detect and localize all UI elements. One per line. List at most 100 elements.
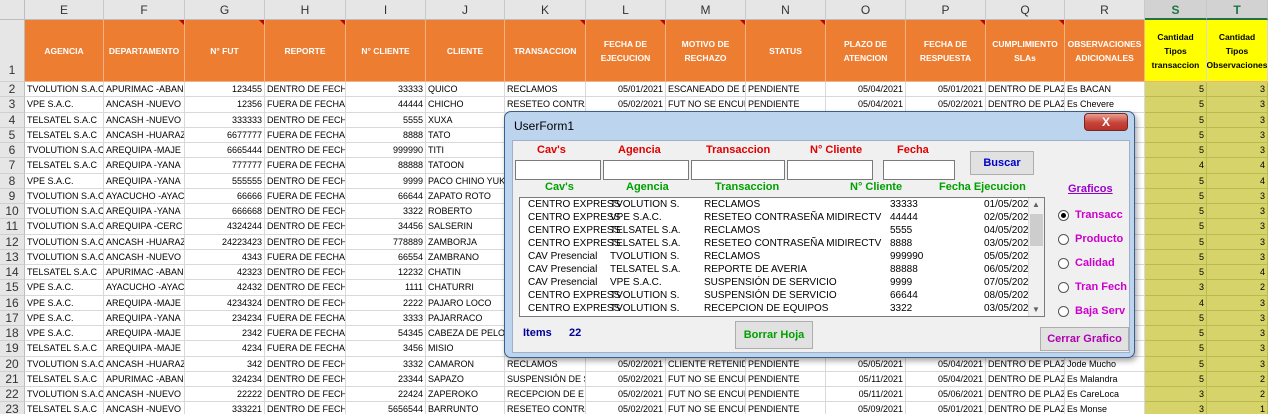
table-cell[interactable]: 8888 (346, 127, 426, 143)
table-cell[interactable]: 234234 (185, 310, 265, 326)
table-cell[interactable]: DENTRO DE FECHA (265, 371, 346, 387)
header-cell[interactable]: STATUS (746, 20, 826, 82)
column-header-j[interactable]: J (426, 0, 505, 20)
table-cell[interactable]: DENTRO DE FECHA (265, 234, 346, 250)
table-cell[interactable]: 3332 (346, 356, 426, 372)
list-item[interactable]: CENTRO EXPRESS TELSATEL S.A. RECLAMOS 5555 0… (520, 225, 1034, 238)
table-cell[interactable]: 5 (1145, 188, 1207, 204)
table-cell[interactable]: CHATIN (426, 265, 505, 281)
row-header[interactable]: 4 (0, 112, 25, 128)
table-cell[interactable]: 3 (1207, 188, 1268, 204)
table-cell[interactable]: DENTRO DE FECHA (265, 295, 346, 311)
list-item[interactable]: CENTRO EXPRESS TELSATEL S.A. RESETEO CONTR… (520, 238, 1034, 251)
table-cell[interactable]: 05/01/2021 (906, 402, 986, 414)
column-header-r[interactable]: R (1065, 0, 1145, 20)
scroll-thumb[interactable] (1030, 214, 1043, 246)
table-cell[interactable]: 5 (1145, 310, 1207, 326)
table-cell[interactable]: DENTRO DE FECHA (265, 219, 346, 235)
table-cell[interactable]: 5 (1145, 219, 1207, 235)
list-item[interactable]: CENTRO EXPRESS TVOLUTION S. RECEPCION DE E… (520, 303, 1034, 316)
table-cell[interactable]: MISIO (426, 341, 505, 357)
table-cell[interactable]: APURIMAC -ABAN (104, 371, 185, 387)
table-cell[interactable]: BARRUNTO (426, 402, 505, 414)
table-cell[interactable]: 3 (1207, 143, 1268, 159)
table-cell[interactable]: TVOLUTION S.A.C (25, 356, 104, 372)
table-cell[interactable]: DENTRO DE FECHA (265, 387, 346, 403)
list-item[interactable]: CAV Presencial TVOLUTION S. RECLAMOS 999990… (520, 251, 1034, 264)
row-header[interactable]: 16 (0, 295, 25, 311)
table-cell[interactable]: ANCASH -NUEVO (104, 249, 185, 265)
table-cell[interactable]: ZAMBORJA (426, 234, 505, 250)
listbox-scrollbar[interactable]: ▲ ▼ (1028, 198, 1044, 316)
table-cell[interactable]: 4 (1207, 265, 1268, 281)
row-header[interactable]: 1 (0, 20, 25, 82)
table-cell[interactable]: 05/04/2021 (906, 371, 986, 387)
table-cell[interactable]: 88888 (346, 158, 426, 174)
table-cell[interactable]: 3 (1207, 112, 1268, 128)
table-cell[interactable]: 05/02/2021 (586, 402, 666, 414)
table-cell[interactable]: 42432 (185, 280, 265, 296)
cliente-input[interactable] (787, 160, 873, 180)
radio-tran-fech[interactable]: Tran Fech (1058, 281, 1130, 295)
table-cell[interactable]: 3 (1207, 249, 1268, 265)
buscar-button[interactable]: Buscar (970, 151, 1034, 175)
table-cell[interactable]: 5 (1145, 127, 1207, 143)
table-cell[interactable]: AYACUCHO -AYAC (104, 280, 185, 296)
table-cell[interactable]: ANCASH -HUARAZ (104, 356, 185, 372)
table-cell[interactable]: VPE S.A.C. (25, 173, 104, 189)
column-header-f[interactable]: F (104, 0, 185, 20)
fecha-input[interactable] (883, 160, 955, 180)
table-cell[interactable]: 05/02/2021 (586, 356, 666, 372)
table-cell[interactable]: SALSERIN (426, 219, 505, 235)
radio-circle-icon[interactable] (1058, 306, 1069, 317)
row-header[interactable]: 12 (0, 234, 25, 250)
table-cell[interactable]: ROBERTO (426, 204, 505, 220)
row-header[interactable]: 17 (0, 310, 25, 326)
table-cell[interactable]: 3 (1145, 280, 1207, 296)
table-cell[interactable]: AYACUCHO -AYAC (104, 188, 185, 204)
header-cell[interactable]: Cantidad Tipos transaccion (1145, 20, 1207, 82)
column-header-i[interactable]: I (346, 0, 426, 20)
table-cell[interactable]: FUERA DE FECHA (265, 97, 346, 113)
table-cell[interactable]: DENTRO DE FECHA (265, 143, 346, 159)
table-cell[interactable]: DENTRO DE FECHA (265, 402, 346, 414)
table-cell[interactable]: DENTRO DE PLAZO (986, 356, 1065, 372)
table-cell[interactable]: 4324244 (185, 219, 265, 235)
table-cell[interactable]: DENTRO DE FECHA (265, 112, 346, 128)
table-cell[interactable]: Es Malandra (1065, 371, 1145, 387)
table-cell[interactable]: VPE S.A.C. (25, 326, 104, 342)
header-cell[interactable]: Cantidad Tipos Observaciones (1207, 20, 1268, 82)
row-header[interactable]: 5 (0, 127, 25, 143)
table-cell[interactable]: TELSATEL S.A.C (25, 158, 104, 174)
table-cell[interactable]: ANCASH -NUEVO (104, 112, 185, 128)
row-header[interactable]: 11 (0, 219, 25, 235)
table-cell[interactable]: VPE S.A.C. (25, 97, 104, 113)
table-cell[interactable]: ANCASH -NUEVO (104, 402, 185, 414)
table-cell[interactable]: 342 (185, 356, 265, 372)
radio-calidad[interactable]: Calidad (1058, 257, 1130, 271)
column-header-e[interactable]: E (25, 0, 104, 20)
table-cell[interactable]: 4 (1207, 173, 1268, 189)
table-cell[interactable]: DENTRO DE FECHA (265, 173, 346, 189)
table-cell[interactable]: 4 (1145, 295, 1207, 311)
table-cell[interactable]: 05/05/2021 (826, 356, 906, 372)
table-cell[interactable]: Es BACAN (1065, 82, 1145, 98)
table-cell[interactable]: PENDIENTE (746, 402, 826, 414)
table-cell[interactable]: 12356 (185, 97, 265, 113)
table-cell[interactable]: AREQUIPA -YANA (104, 204, 185, 220)
row-header[interactable]: 8 (0, 173, 25, 189)
radio-baja-serv[interactable]: Baja Serv (1058, 305, 1130, 319)
row-header[interactable]: 23 (0, 402, 25, 414)
table-cell[interactable]: DENTRO DE FECHA (265, 356, 346, 372)
header-cell[interactable]: MOTIVO DE RECHAZO (666, 20, 746, 82)
table-cell[interactable]: 123455 (185, 82, 265, 98)
table-cell[interactable]: 4234324 (185, 295, 265, 311)
scroll-up-icon[interactable]: ▲ (1032, 200, 1040, 209)
table-cell[interactable]: 2 (1207, 280, 1268, 296)
table-cell[interactable]: DENTRO DE FECHA (265, 280, 346, 296)
table-cell[interactable]: ANCASH -HUARAZ (104, 127, 185, 143)
table-cell[interactable]: 4 (1207, 158, 1268, 174)
table-cell[interactable]: Es Monse (1065, 402, 1145, 414)
header-cell[interactable]: FECHA DE RESPUESTA (906, 20, 986, 82)
borrar-hoja-button[interactable]: Borrar Hoja (735, 321, 813, 349)
